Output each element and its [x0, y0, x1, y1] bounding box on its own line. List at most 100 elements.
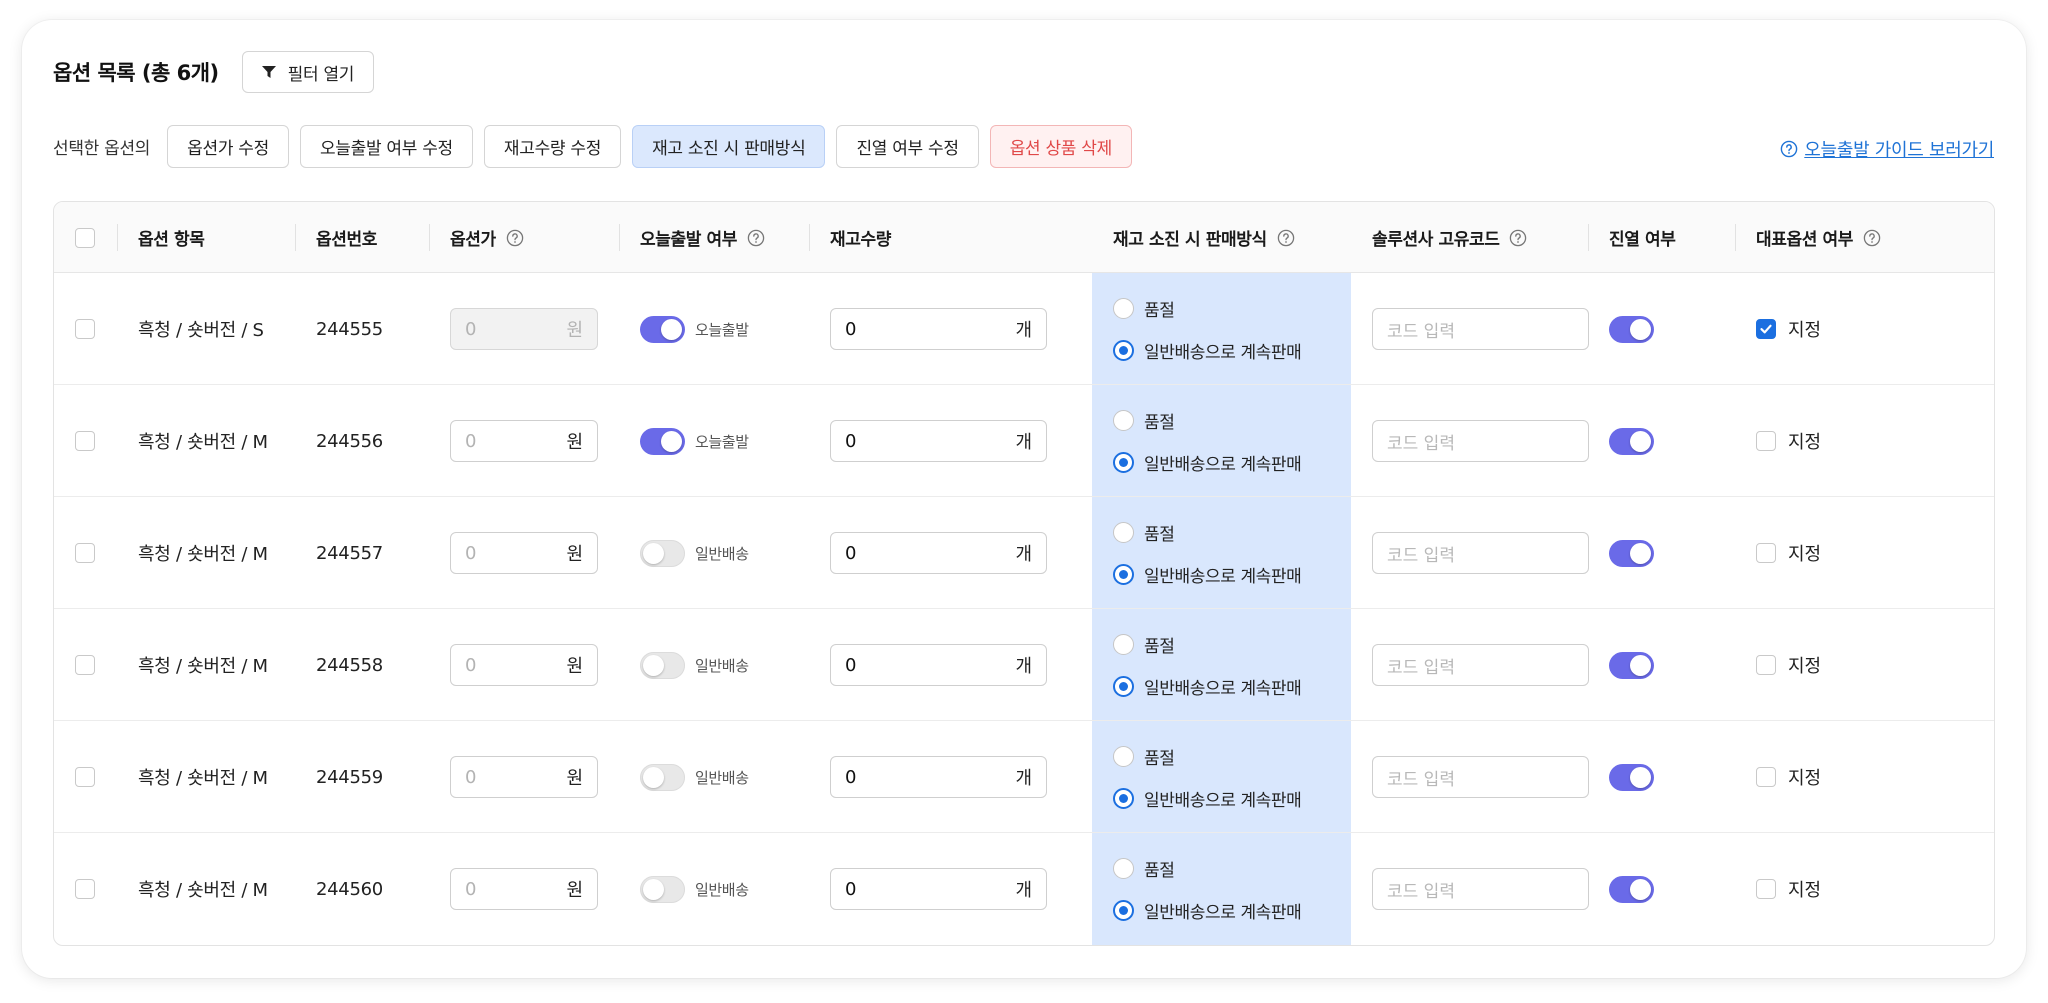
help-icon[interactable]	[1863, 229, 1881, 247]
stock-value: 0	[845, 766, 857, 788]
col-option-item: 옵션 항목	[117, 202, 205, 273]
display-toggle[interactable]	[1609, 539, 1654, 567]
edit-today-ship-button[interactable]: 오늘출발 여부 수정	[299, 125, 473, 168]
continue-sale-radio[interactable]: 일반배송으로 계속판매	[1113, 450, 1302, 475]
representative-checkbox[interactable]	[1756, 879, 1776, 899]
today-ship-toggle[interactable]	[640, 427, 685, 455]
stock-cell: 0 개	[830, 273, 1047, 385]
representative-checkbox-label[interactable]: 지정	[1756, 316, 1821, 342]
solution-code-cell: 코드 입력	[1372, 385, 1589, 497]
stock-input[interactable]: 0 개	[830, 532, 1047, 574]
representative-checkbox[interactable]	[1756, 655, 1776, 675]
solution-code-input[interactable]: 코드 입력	[1372, 308, 1589, 350]
solution-code-input[interactable]: 코드 입력	[1372, 756, 1589, 798]
option-price-value: 0	[465, 318, 477, 340]
option-price-input[interactable]: 0 원	[450, 868, 598, 910]
soldout-radio-dot	[1113, 409, 1134, 431]
continue-sale-radio-label: 일반배송으로 계속판매	[1144, 566, 1302, 587]
help-icon[interactable]	[747, 229, 765, 247]
stock-value: 0	[845, 318, 857, 340]
solution-code-input[interactable]: 코드 입력	[1372, 644, 1589, 686]
today-ship-toggle[interactable]	[640, 651, 685, 679]
row-checkbox[interactable]	[75, 767, 95, 787]
representative-checkbox[interactable]	[1756, 319, 1776, 339]
display-toggle[interactable]	[1609, 315, 1654, 343]
option-price-input[interactable]: 0 원	[450, 308, 598, 350]
solution-code-input[interactable]: 코드 입력	[1372, 420, 1589, 462]
today-ship-toggle[interactable]	[640, 763, 685, 791]
today-ship-toggle[interactable]	[640, 875, 685, 903]
check-icon	[1760, 324, 1772, 334]
stock-input[interactable]: 0 개	[830, 756, 1047, 798]
stock-input[interactable]: 0 개	[830, 644, 1047, 686]
option-price-input[interactable]: 0 원	[450, 756, 598, 798]
row-select-cell	[75, 721, 95, 833]
edit-display-button[interactable]: 진열 여부 수정	[836, 125, 979, 168]
solution-code-input[interactable]: 코드 입력	[1372, 532, 1589, 574]
display-toggle[interactable]	[1609, 651, 1654, 679]
solution-code-placeholder: 코드 입력	[1387, 657, 1455, 678]
filter-open-button[interactable]: 필터 열기	[241, 51, 375, 93]
edit-price-button[interactable]: 옵션가 수정	[167, 125, 289, 168]
soldout-radio[interactable]: 품절	[1113, 744, 1301, 769]
option-number: 244556	[316, 430, 383, 452]
soldout-radio[interactable]: 품절	[1113, 632, 1301, 657]
help-icon[interactable]	[1277, 229, 1295, 247]
stock-input[interactable]: 0 개	[830, 420, 1047, 462]
soldout-radio-dot	[1113, 521, 1134, 543]
row-checkbox[interactable]	[75, 543, 95, 563]
continue-sale-radio[interactable]: 일반배송으로 계속판매	[1113, 898, 1302, 923]
row-checkbox[interactable]	[75, 319, 95, 339]
today-ship-toggle[interactable]	[640, 315, 685, 343]
option-item: 흑청 / 숏버전 / M	[138, 656, 268, 677]
representative-checkbox[interactable]	[1756, 543, 1776, 563]
option-price-input[interactable]: 0 원	[450, 532, 598, 574]
row-checkbox[interactable]	[75, 655, 95, 675]
continue-sale-radio[interactable]: 일반배송으로 계속판매	[1113, 674, 1302, 699]
representative-label: 지정	[1788, 544, 1822, 565]
page-title: 옵션 목록 (총 6개)	[53, 61, 219, 85]
today-ship-guide-link[interactable]: 오늘출발 가이드 보러가기	[1780, 136, 1994, 162]
select-all-checkbox[interactable]	[75, 227, 95, 248]
option-price-cell: 0 원	[450, 273, 598, 385]
display-toggle[interactable]	[1609, 763, 1654, 791]
continue-sale-radio[interactable]: 일반배송으로 계속판매	[1113, 562, 1302, 587]
today-ship-toggle[interactable]	[640, 539, 685, 567]
representative-label: 지정	[1788, 320, 1822, 341]
option-price-input[interactable]: 0 원	[450, 420, 598, 462]
stock-input[interactable]: 0 개	[830, 308, 1047, 350]
soldout-radio[interactable]: 품절	[1113, 856, 1301, 881]
stock-unit: 개	[1015, 656, 1032, 677]
price-unit: 원	[566, 544, 583, 565]
representative-checkbox-label[interactable]: 지정	[1756, 652, 1821, 678]
display-toggle[interactable]	[1609, 427, 1654, 455]
soldout-radio[interactable]: 품절	[1113, 520, 1301, 545]
option-price-value: 0	[465, 766, 477, 788]
row-checkbox[interactable]	[75, 879, 95, 899]
help-icon[interactable]	[506, 229, 524, 247]
delete-option-button[interactable]: 옵션 상품 삭제	[989, 125, 1132, 168]
help-icon[interactable]	[1509, 229, 1527, 247]
soldout-method-button[interactable]: 재고 소진 시 판매방식	[632, 125, 826, 168]
soldout-radio[interactable]: 품절	[1113, 408, 1301, 433]
representative-checkbox-label[interactable]: 지정	[1756, 876, 1821, 902]
option-price-input[interactable]: 0 원	[450, 644, 598, 686]
row-checkbox[interactable]	[75, 431, 95, 451]
solution-code-input[interactable]: 코드 입력	[1372, 868, 1589, 910]
representative-checkbox-label[interactable]: 지정	[1756, 428, 1821, 454]
soldout-radio-label: 품절	[1144, 412, 1175, 433]
continue-sale-radio-label: 일반배송으로 계속판매	[1144, 902, 1302, 923]
representative-checkbox-label[interactable]: 지정	[1756, 764, 1821, 790]
representative-checkbox[interactable]	[1756, 431, 1776, 451]
representative-checkbox[interactable]	[1756, 767, 1776, 787]
continue-sale-radio[interactable]: 일반배송으로 계속판매	[1113, 786, 1302, 811]
edit-stock-button[interactable]: 재고수량 수정	[483, 125, 622, 168]
stock-input[interactable]: 0 개	[830, 868, 1047, 910]
representative-checkbox-label[interactable]: 지정	[1756, 540, 1821, 566]
soldout-radio-label: 품절	[1144, 524, 1175, 545]
soldout-radio[interactable]: 품절	[1113, 296, 1301, 321]
continue-sale-radio[interactable]: 일반배송으로 계속판매	[1113, 338, 1302, 363]
stock-cell: 0 개	[830, 721, 1047, 833]
continue-sale-radio-dot	[1113, 563, 1134, 585]
display-toggle[interactable]	[1609, 875, 1654, 903]
